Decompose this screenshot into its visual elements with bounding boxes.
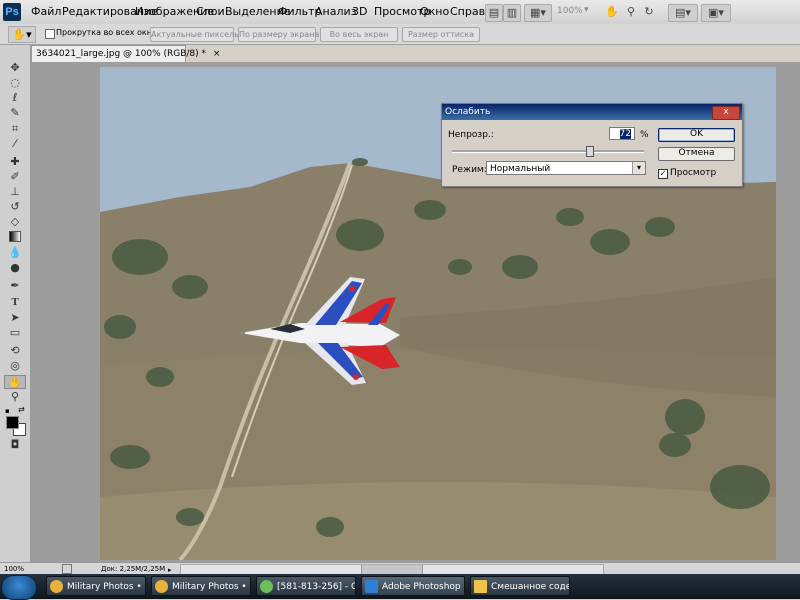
taskbar-item-label: Adobe Photoshop CS4... <box>382 582 464 592</box>
minibridge-icon[interactable]: ▥ <box>503 4 521 22</box>
screen-mode-icon[interactable]: ▣▾ <box>701 4 731 22</box>
opacity-unit: % <box>640 130 649 140</box>
scroll-all-checkbox[interactable] <box>45 29 55 39</box>
document-tab[interactable]: 3634021_large.jpg @ 100% (RGB/8) * × <box>31 45 220 62</box>
brush-tool-icon[interactable]: ✐ <box>4 170 26 184</box>
menu-bar: Ps Файл Редактирование Изображение Слои … <box>0 0 800 25</box>
preview-checkbox[interactable]: ✓ <box>658 169 668 179</box>
taskbar-item-label: Military Photos • Прос... <box>172 582 250 592</box>
healing-brush-tool-icon[interactable]: ✚ <box>4 155 26 169</box>
print-size-button[interactable]: Размер оттиска <box>402 27 480 42</box>
chevron-down-icon[interactable]: ▾ <box>632 162 645 174</box>
pen-tool-icon[interactable]: ✒ <box>4 279 26 293</box>
taskbar-item-label: Military Photos • Прос... <box>67 582 145 592</box>
swap-colors-icon[interactable]: ⇄ <box>18 405 25 414</box>
fill-screen-button[interactable]: Во весь экран <box>320 27 398 42</box>
opacity-slider-track[interactable] <box>452 150 644 153</box>
type-tool-icon[interactable]: T <box>4 295 26 309</box>
path-selection-tool-icon[interactable]: ➤ <box>4 311 26 325</box>
mode-label: Режим: <box>452 165 487 175</box>
rotate-view-icon[interactable]: ↻ <box>641 4 657 19</box>
dialog-title: Ослабить <box>442 104 742 120</box>
mode-select-value: Нормальный <box>490 164 551 174</box>
close-tab-icon[interactable]: × <box>213 49 221 59</box>
quick-select-tool-icon[interactable]: ✎ <box>4 106 26 120</box>
zoom-tool-icon[interactable]: ⚲ <box>4 390 26 404</box>
zoom-level[interactable]: 100% <box>557 6 583 16</box>
clone-stamp-tool-icon[interactable]: ⊥ <box>4 185 26 199</box>
taskbar-item[interactable]: Military Photos • Прос... <box>46 576 146 596</box>
move-tool-icon[interactable]: ✥ <box>4 61 26 75</box>
chrome-icon <box>155 580 168 593</box>
hand-tool-icon[interactable]: ✋ <box>4 375 26 389</box>
status-info-icon[interactable] <box>62 564 72 574</box>
preview-label: Просмотр <box>670 168 717 178</box>
taskbar-item[interactable]: Military Photos • Прос... <box>151 576 251 596</box>
marquee-tool-icon[interactable]: ◌ <box>4 76 26 90</box>
start-button[interactable] <box>1 575 37 600</box>
taskbar-item-label: Смешанное содержи... <box>491 582 569 592</box>
bridge-icon[interactable]: ▤ <box>485 4 503 22</box>
eraser-tool-icon[interactable]: ◇ <box>4 215 26 229</box>
photoshop-logo: Ps <box>3 3 21 21</box>
opacity-value: 72 <box>619 129 631 139</box>
options-bar: ✋▾ Прокрутка во всех окнах Актуальные пи… <box>0 24 800 45</box>
default-colors-icon[interactable]: ▪ <box>5 407 10 415</box>
mode-select[interactable]: Нормальный ▾ <box>486 161 646 175</box>
tools-panel: ✥ ◌ ℓ ✎ ⌗ ⁄ ✚ ✐ ⊥ ↺ ◇ 💧 ● ✒ T ➤ ▭ ⟲ ◎ ✋ … <box>0 45 31 563</box>
taskbar-item-label: [581-813-256] - Окно... <box>277 582 355 592</box>
gradient-tool-icon[interactable] <box>4 231 26 245</box>
document-title: 3634021_large.jpg @ 100% (RGB/8) * <box>36 49 207 59</box>
menu-window[interactable]: Окно <box>420 5 449 18</box>
actual-pixels-button[interactable]: Актуальные пикселы <box>150 27 240 42</box>
crop-tool-icon[interactable]: ⌗ <box>4 122 26 136</box>
eyedropper-tool-icon[interactable]: ⁄ <box>4 137 26 151</box>
arrange-documents-icon[interactable]: ▤▾ <box>668 4 698 22</box>
cancel-button[interactable]: Отмена <box>658 147 735 161</box>
zoom-dropdown-icon[interactable]: ▾ <box>584 5 589 15</box>
history-brush-tool-icon[interactable]: ↺ <box>4 200 26 214</box>
taskbar: Military Photos • Прос... Military Photo… <box>0 574 800 600</box>
ok-button[interactable]: OK <box>658 128 735 142</box>
menu-layers[interactable]: Слои <box>196 5 225 18</box>
scrollbar-thumb[interactable] <box>361 565 423 574</box>
chrome-icon <box>50 580 63 593</box>
hand-tool-preset-icon[interactable]: ✋▾ <box>8 26 36 43</box>
menu-3d[interactable]: 3D <box>352 5 367 18</box>
view-extras-icon[interactable]: ▦▾ <box>524 4 552 22</box>
folder-icon <box>474 580 487 593</box>
dodge-tool-icon[interactable]: ● <box>4 261 26 275</box>
fit-screen-button[interactable]: По размеру экрана <box>238 27 319 42</box>
opacity-slider-thumb[interactable] <box>586 146 595 157</box>
taskbar-item[interactable]: Смешанное содержи... <box>470 576 570 596</box>
menu-file[interactable]: Файл <box>31 5 61 18</box>
scroll-all-label: Прокрутка во всех окнах <box>56 28 162 37</box>
opacity-input[interactable]: 72 <box>609 127 635 140</box>
remote-icon <box>260 580 273 593</box>
blur-tool-icon[interactable]: 💧 <box>4 246 26 260</box>
zoom-icon[interactable]: ⚲ <box>623 4 639 19</box>
shape-tool-icon[interactable]: ▭ <box>4 326 26 340</box>
photoshop-icon <box>365 580 378 593</box>
close-icon[interactable]: x <box>712 106 740 120</box>
fade-dialog: Ослабить x Непрозр.: 72 % Режим: Нормаль… <box>441 103 743 187</box>
taskbar-item-active[interactable]: Adobe Photoshop CS4... <box>361 576 465 596</box>
lasso-tool-icon[interactable]: ℓ <box>4 91 26 105</box>
foreground-color-swatch[interactable] <box>6 416 19 429</box>
quick-mask-icon[interactable]: ◘ <box>4 438 26 452</box>
opacity-label: Непрозр.: <box>448 130 494 140</box>
hand-icon[interactable]: ✋ <box>604 4 620 19</box>
3d-orbit-tool-icon[interactable]: ◎ <box>4 359 26 373</box>
taskbar-item[interactable]: [581-813-256] - Окно... <box>256 576 356 596</box>
3d-rotate-tool-icon[interactable]: ⟲ <box>4 344 26 358</box>
menu-analysis[interactable]: Анализ <box>315 5 357 18</box>
